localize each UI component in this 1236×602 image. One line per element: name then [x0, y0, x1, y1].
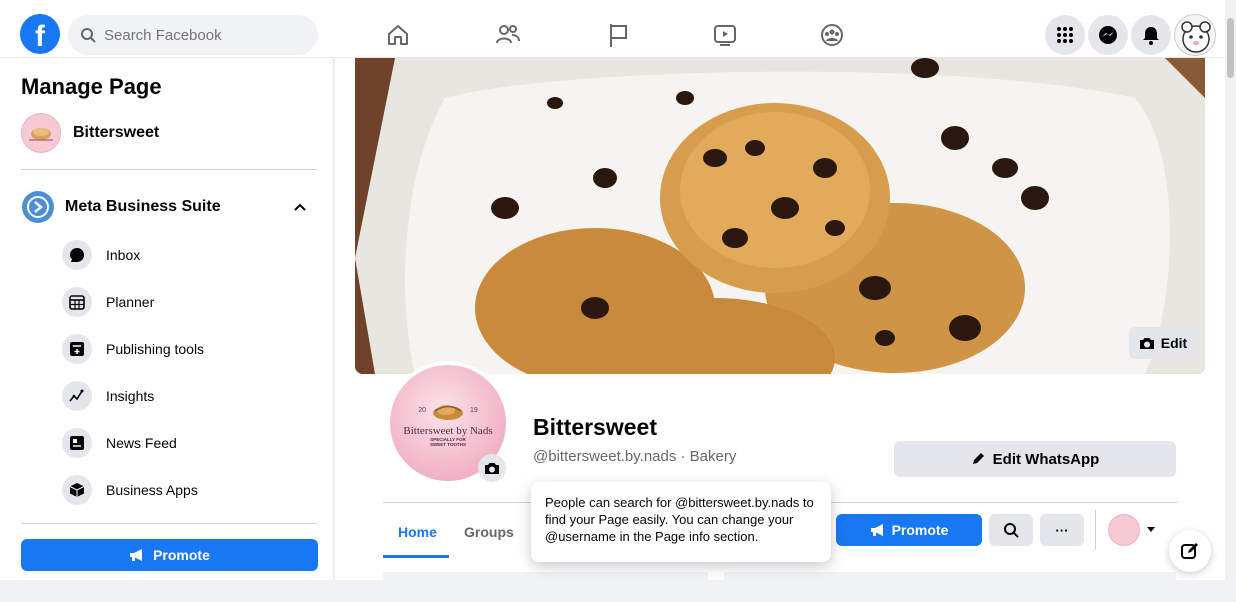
- search-input[interactable]: [104, 26, 294, 44]
- sidebar-item-label: Business Apps: [106, 482, 198, 498]
- page-switcher[interactable]: Bittersweet: [21, 113, 159, 153]
- chevron-up-icon[interactable]: [293, 202, 307, 212]
- username-tooltip: People can search for @bittersweet.by.na…: [531, 482, 831, 562]
- groups-icon[interactable]: [815, 18, 849, 52]
- logo-tagline: SPECIALLY FOR SWEET TOOTHS: [430, 436, 466, 447]
- page-name-label: Bittersweet: [73, 124, 160, 141]
- logo-year-right: 19: [470, 407, 478, 415]
- search-icon: [81, 28, 96, 43]
- publishing-icon: [62, 334, 92, 364]
- edit-whatsapp-button[interactable]: Edit WhatsApp: [894, 441, 1176, 477]
- manage-page-sidebar: Manage Page Bittersweet Meta Business Su…: [0, 58, 334, 580]
- active-tab-indicator: [383, 555, 449, 558]
- tooltip-text: People can search for @bittersweet.by.na…: [545, 495, 814, 544]
- scrollbar[interactable]: [1225, 0, 1236, 580]
- search-box[interactable]: [68, 15, 318, 55]
- sidebar-item-insights[interactable]: Insights: [62, 378, 312, 414]
- content-card: [383, 572, 708, 602]
- promote-label: Promote: [891, 522, 949, 538]
- search-icon: [1004, 523, 1019, 538]
- more-options-button[interactable]: ···: [1040, 514, 1084, 546]
- meta-business-suite-label: Meta Business Suite: [65, 198, 221, 215]
- more-icon: ···: [1055, 522, 1069, 538]
- top-navigation-bar: f: [0, 0, 1236, 58]
- sidebar-item-news-feed[interactable]: News Feed: [62, 425, 312, 461]
- flag-icon[interactable]: [601, 18, 635, 52]
- sidebar-item-label: News Feed: [106, 435, 177, 451]
- cover-photo[interactable]: Edit: [355, 58, 1205, 374]
- page-title: Bittersweet: [533, 414, 657, 440]
- home-icon[interactable]: [381, 18, 415, 52]
- new-message-button[interactable]: [1169, 530, 1211, 572]
- megaphone-icon: [870, 524, 883, 536]
- menu-grid-icon[interactable]: [1045, 15, 1085, 55]
- page-search-button[interactable]: [989, 514, 1033, 546]
- camera-icon: [1139, 338, 1154, 349]
- sidebar-item-label: Planner: [106, 294, 155, 310]
- sidebar-item-label: Insights: [106, 388, 155, 404]
- logo-year-left: 20: [418, 407, 426, 415]
- sidebar-item-business-apps[interactable]: Business Apps: [62, 472, 312, 508]
- tab-groups[interactable]: Groups: [464, 524, 514, 540]
- sidebar-item-inbox[interactable]: Inbox: [62, 237, 312, 273]
- croissant-icon: [433, 404, 463, 420]
- sidebar-item-planner[interactable]: Planner: [62, 284, 312, 320]
- camera-icon: [485, 463, 499, 474]
- acting-as-switcher[interactable]: [1108, 514, 1156, 546]
- messenger-icon[interactable]: [1088, 15, 1128, 55]
- edit-whatsapp-label: Edit WhatsApp: [992, 450, 1100, 468]
- compose-icon: [1181, 543, 1198, 559]
- calendar-icon: [62, 287, 92, 317]
- caret-down-icon: [1147, 527, 1155, 532]
- tab-home[interactable]: Home: [398, 524, 437, 540]
- promote-button[interactable]: Promote: [21, 539, 318, 571]
- pencil-icon: [972, 453, 984, 464]
- promote-label: Promote: [153, 547, 210, 563]
- scrollbar-thumb[interactable]: [1227, 18, 1234, 78]
- people-icon[interactable]: [491, 18, 525, 52]
- promote-button[interactable]: Promote: [836, 514, 982, 546]
- news-feed-icon: [62, 428, 92, 458]
- insights-icon: [62, 381, 92, 411]
- page-handle-category[interactable]: @bittersweet.by.nads · Bakery: [533, 448, 736, 465]
- edit-cover-button[interactable]: Edit: [1129, 327, 1197, 359]
- sidebar-item-label: Publishing tools: [106, 341, 205, 357]
- notifications-icon[interactable]: [1131, 15, 1171, 55]
- meta-business-suite-icon: [22, 191, 54, 223]
- cube-icon: [62, 475, 92, 505]
- content-card: [724, 572, 1176, 602]
- meta-business-suite-toggle[interactable]: Meta Business Suite: [21, 189, 317, 225]
- account-avatar[interactable]: [1174, 14, 1216, 56]
- facebook-logo[interactable]: f: [20, 14, 60, 54]
- divider: [1095, 510, 1096, 550]
- video-icon[interactable]: [708, 18, 742, 52]
- chat-bubble-icon: [62, 240, 92, 270]
- divider: [21, 523, 317, 524]
- page-avatar: [1108, 514, 1140, 546]
- megaphone-icon: [130, 549, 143, 561]
- sidebar-title: Manage Page: [21, 74, 162, 99]
- divider: [21, 169, 317, 170]
- edit-cover-label: Edit: [1160, 335, 1188, 351]
- sidebar-item-label: Inbox: [106, 247, 141, 263]
- profile-camera-button[interactable]: [478, 454, 506, 482]
- page-avatar: [21, 113, 61, 153]
- logo-brand-text: Bittersweet by Nads: [403, 424, 493, 437]
- sidebar-item-publishing-tools[interactable]: Publishing tools: [62, 331, 312, 367]
